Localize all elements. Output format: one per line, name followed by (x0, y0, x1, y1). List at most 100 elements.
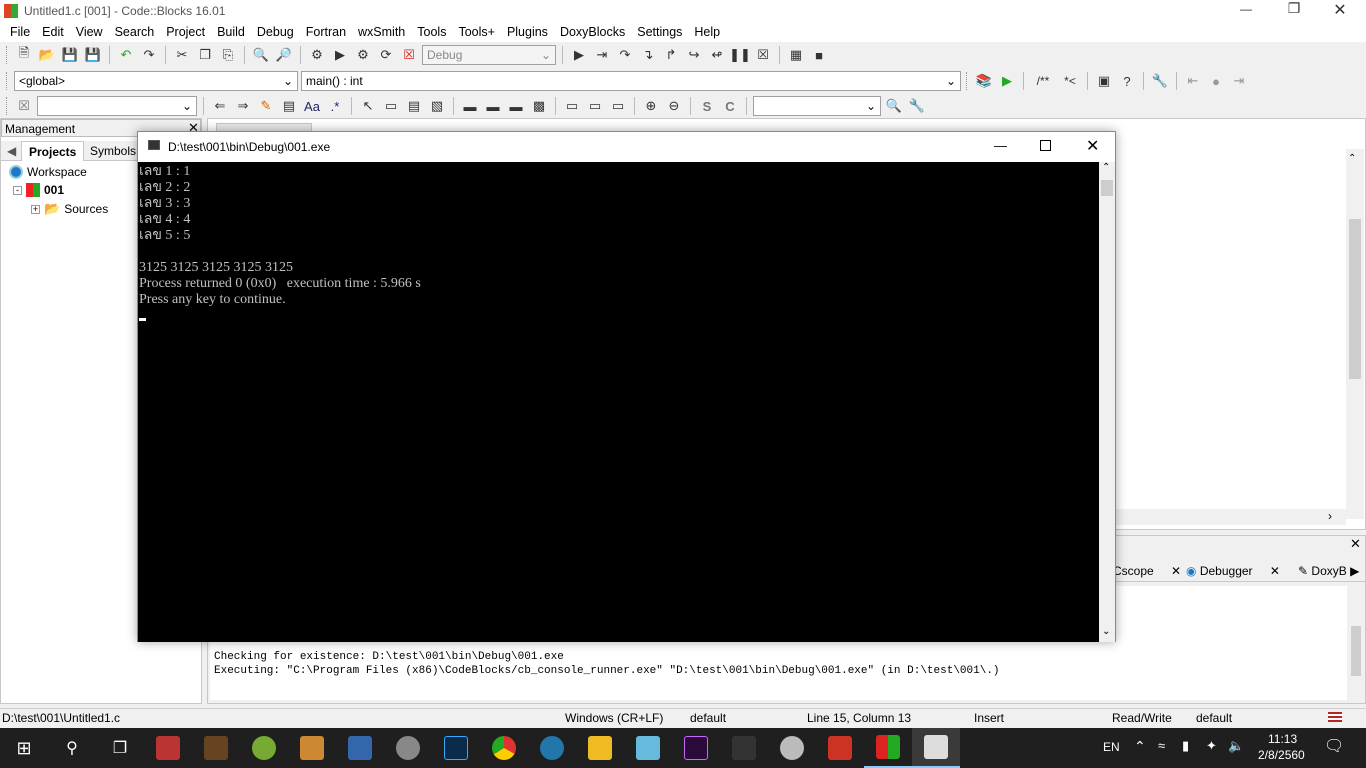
line-comment-button[interactable]: *< (1059, 71, 1081, 91)
console-vscrollbar[interactable]: ⌃ ⌄ (1099, 162, 1115, 642)
find-previous-icon[interactable]: ⇐ (210, 96, 230, 116)
taskbar-app-9-icon[interactable] (624, 728, 672, 768)
selected-text-icon[interactable]: ▤ (279, 96, 299, 116)
menu-wxsmith[interactable]: wxSmith (352, 25, 411, 39)
debug-windows-icon[interactable]: ▦ (786, 45, 806, 65)
tab-cscope[interactable]: Cscope ✕ (1113, 564, 1181, 578)
menu-view[interactable]: View (70, 25, 109, 39)
menu-fortran[interactable]: Fortran (300, 25, 352, 39)
tab-scroll-left-icon[interactable]: ◀ (7, 144, 16, 158)
wifi-icon[interactable]: ≈ (1158, 738, 1165, 753)
close-button[interactable]: ✕ (1330, 0, 1350, 20)
doxy-wizard-icon[interactable]: 📚 (974, 71, 994, 91)
menu-build[interactable]: Build (211, 25, 251, 39)
next-line-icon[interactable]: ↷ (615, 45, 635, 65)
shape-2-icon[interactable]: ▬ (483, 96, 503, 116)
logs-vscrollbar[interactable] (1348, 586, 1364, 700)
tab-scroll-right-icon[interactable]: ▶ (1350, 564, 1359, 578)
step-into-instruction-icon[interactable]: ↫ (707, 45, 727, 65)
console-window[interactable]: D:\test\001\bin\Debug\001.exe — ✕ เลข 1 … (137, 131, 1116, 642)
menu-edit[interactable]: Edit (36, 25, 70, 39)
clear-search-icon[interactable]: ☒ (14, 96, 34, 116)
menu-debug[interactable]: Debug (251, 25, 300, 39)
rect-icon[interactable]: ▭ (381, 96, 401, 116)
taskbar-app-1-icon[interactable] (144, 728, 192, 768)
redo-icon[interactable]: ↷ (139, 45, 159, 65)
copy-icon[interactable]: ❐ (195, 45, 215, 65)
console-maximize-button[interactable] (1040, 140, 1051, 151)
c-icon[interactable]: C (720, 96, 740, 116)
notification-icon[interactable]: 🗨 (1324, 736, 1344, 756)
info-icon[interactable]: ■ (809, 45, 829, 65)
doxy-extract-icon[interactable]: ▶ (997, 71, 1017, 91)
debug-run-icon[interactable]: ▶ (569, 45, 589, 65)
html-icon[interactable]: ▣ (1094, 71, 1114, 91)
premiere-icon[interactable] (672, 728, 720, 768)
highlight-icon[interactable]: ✎ (256, 96, 276, 116)
taskbar-lang[interactable]: EN (1103, 740, 1120, 754)
clock-date[interactable]: 2/8/2560 (1258, 748, 1305, 762)
tab-debugger[interactable]: ◉ Debugger ✕ (1186, 564, 1280, 578)
battery-icon[interactable]: ▮ (1182, 738, 1189, 754)
find-next-icon[interactable]: ⇒ (233, 96, 253, 116)
break-icon[interactable]: ❚❚ (729, 45, 751, 65)
menu-file[interactable]: File (4, 25, 36, 39)
search-input[interactable]: ⌄ (37, 96, 197, 116)
tray-chevron-icon[interactable]: ⌃ (1134, 738, 1146, 755)
symbol-search-icon[interactable]: 🔍 (884, 96, 904, 116)
dropbox-icon[interactable]: ✦ (1206, 738, 1217, 754)
start-button[interactable]: ⊞ (0, 728, 48, 768)
build-run-icon[interactable]: ⚙ (353, 45, 373, 65)
nav-dot-icon[interactable]: ● (1206, 71, 1226, 91)
logs-close-icon[interactable]: ✕ (1350, 536, 1361, 552)
shape-1-icon[interactable]: ▬ (460, 96, 480, 116)
expand-icon[interactable]: + (31, 204, 40, 214)
cut-icon[interactable]: ✂ (172, 45, 192, 65)
shape-4-icon[interactable]: ▩ (529, 96, 549, 116)
chrome-icon[interactable] (480, 728, 528, 768)
paste-icon[interactable]: ⎘ (218, 45, 238, 65)
zoom-in-icon[interactable]: ⊕ (641, 96, 661, 116)
collapse-icon[interactable]: - (13, 185, 22, 195)
volume-icon[interactable]: 🔈 (1228, 738, 1244, 754)
save-icon[interactable]: 💾 (60, 45, 80, 65)
rebuild-icon[interactable]: ⟳ (376, 45, 396, 65)
step-into-icon[interactable]: ↴ (638, 45, 658, 65)
editor-hscrollbar[interactable]: › (1108, 509, 1346, 525)
editor-vscrollbar[interactable]: ⌃ (1346, 149, 1364, 519)
zoom-out-icon[interactable]: ⊖ (664, 96, 684, 116)
taskbar-app-2-icon[interactable] (192, 728, 240, 768)
task-view-icon[interactable]: ❐ (96, 728, 144, 768)
codeblocks-taskbar-icon[interactable] (864, 728, 912, 768)
search-icon[interactable]: ⚲ (48, 728, 96, 768)
shape-5-icon[interactable]: ▭ (562, 96, 582, 116)
next-instruction-icon[interactable]: ↪ (684, 45, 704, 65)
new-file-icon[interactable]: 🗎 (14, 45, 34, 65)
open-icon[interactable]: 📂 (37, 45, 57, 65)
nav-forward-icon[interactable]: ⇥ (1229, 71, 1249, 91)
run-to-cursor-icon[interactable]: ⇥ (592, 45, 612, 65)
tree-project[interactable]: - 001 (13, 183, 64, 197)
taskbar-app-3-icon[interactable] (240, 728, 288, 768)
image-icon[interactable]: ▤ (404, 96, 424, 116)
tab-doxyb[interactable]: ✎ DoxyB ▶ (1298, 564, 1359, 578)
stop-debug-icon[interactable]: ☒ (753, 45, 773, 65)
abort-icon[interactable]: ☒ (399, 45, 419, 65)
unity-icon[interactable] (720, 728, 768, 768)
menu-settings[interactable]: Settings (631, 25, 688, 39)
wrench-icon[interactable]: 🔧 (1150, 71, 1170, 91)
photoshop-icon[interactable] (432, 728, 480, 768)
regex-icon[interactable]: .* (325, 96, 345, 116)
taskbar-app-6-icon[interactable] (384, 728, 432, 768)
taskbar-app-7-icon[interactable] (528, 728, 576, 768)
save-all-icon[interactable]: 💾 (83, 45, 103, 65)
taskbar-app-5-icon[interactable] (336, 728, 384, 768)
match-case-icon[interactable]: Aa (302, 96, 322, 116)
settings-wrench-icon[interactable]: 🔧 (907, 96, 927, 116)
build-target-select[interactable]: Debug ⌄ (422, 45, 556, 65)
menu-search[interactable]: Search (109, 25, 161, 39)
pointer-icon[interactable]: ↖ (358, 96, 378, 116)
symbol-search-input[interactable]: ⌄ (753, 96, 881, 116)
shape-7-icon[interactable]: ▭ (608, 96, 628, 116)
scope-select[interactable]: <global> ⌄ (14, 71, 298, 91)
